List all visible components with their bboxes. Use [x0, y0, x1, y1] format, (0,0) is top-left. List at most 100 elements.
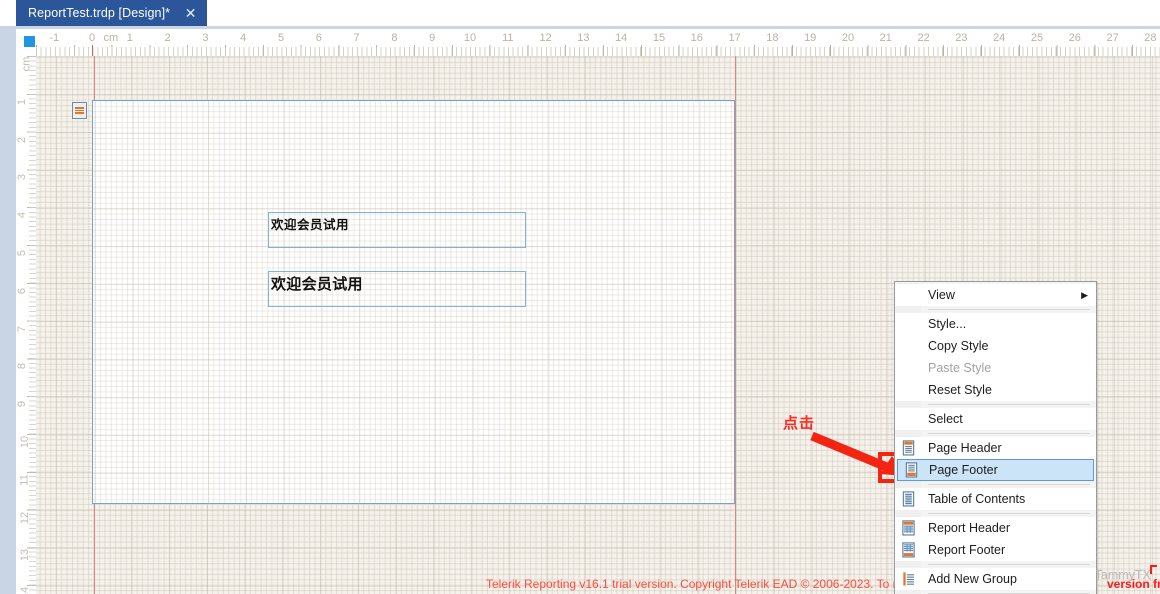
- menu-separator: [928, 484, 1090, 485]
- menu-item-label: Report Header: [928, 520, 1010, 535]
- menu-item-page-header[interactable]: Page Header: [895, 437, 1096, 459]
- report-textbox-2[interactable]: 欢迎会员试用: [268, 271, 526, 307]
- vertical-ruler-tick-label: 11: [18, 474, 31, 486]
- vertical-ruler-tick-label: 1: [16, 98, 29, 105]
- horizontal-ruler-tick-label: 8: [391, 32, 398, 44]
- horizontal-ruler-tick-label: 2: [164, 32, 171, 44]
- horizontal-ruler-tick-label: 13: [577, 32, 590, 44]
- horizontal-ruler-tick-label: 18: [766, 32, 779, 44]
- horizontal-ruler-tick-label: 5: [277, 32, 285, 44]
- horizontal-ruler-tick-label: 19: [804, 32, 817, 44]
- horizontal-ruler: -1 0 cm 1 2 3 4 5 6 7 8 9 10 11 12 13 14 15 16 17 18 19 20 21 22…: [36, 29, 1160, 56]
- horizontal-ruler-tick-label: 21: [879, 32, 892, 44]
- horizontal-ruler-tick-label: 14: [615, 32, 628, 44]
- report-textbox-1[interactable]: 欢迎会员试用: [268, 212, 526, 248]
- menu-item-label: Page Footer: [929, 462, 998, 477]
- horizontal-ruler-tick-label: 23: [955, 32, 968, 44]
- horizontal-ruler-tick-label: 7: [353, 32, 360, 44]
- menu-item-label: Copy Style: [928, 338, 989, 353]
- horizontal-ruler-tick-label: 4: [240, 32, 247, 44]
- table-of-contents-icon: [901, 491, 916, 508]
- menu-item-label: Select: [928, 411, 963, 426]
- menu-item-reset-style[interactable]: Reset Style: [895, 379, 1096, 401]
- horizontal-ruler-tick-label: 15: [652, 32, 666, 44]
- horizontal-ruler-tick-label: 26: [1068, 32, 1081, 44]
- vertical-ruler-tick-label: 13: [19, 549, 32, 562]
- menu-separator: [928, 513, 1090, 514]
- origin-square-icon[interactable]: [24, 36, 35, 47]
- right-page-margin-guide: [735, 56, 736, 594]
- handle-line: [75, 109, 84, 112]
- trial-version-notice: Telerik Reporting v16.1 trial version. C…: [486, 577, 933, 591]
- horizontal-ruler-tick-label: 22: [917, 32, 930, 44]
- handle-line: [75, 112, 84, 114]
- horizontal-ruler-tick-label: 27: [1106, 32, 1119, 44]
- horizontal-ruler-tick-label: 1: [126, 32, 133, 44]
- menu-item-style[interactable]: Style...: [895, 313, 1096, 335]
- vertical-ruler-tick-label: 4: [16, 212, 29, 219]
- menu-item-report-footer[interactable]: Report Footer: [895, 539, 1096, 561]
- close-icon[interactable]: ✕: [184, 6, 197, 20]
- menu-item-label: Table of Contents: [928, 491, 1026, 506]
- vertical-ruler: cm 1 2 3 4 5 6 7 8 9 10 11 12 13 14: [16, 56, 36, 594]
- menu-item-table-of-contents[interactable]: Table of Contents: [895, 488, 1096, 510]
- context-menu[interactable]: View ▶ Style... Copy Style Paste Style Reset …: [894, 281, 1097, 594]
- horizontal-ruler-tick-label: cm: [103, 32, 119, 44]
- detail-section-handle-icon[interactable]: [72, 102, 87, 119]
- menu-separator: [928, 309, 1090, 310]
- menu-item-view[interactable]: View ▶: [895, 284, 1096, 306]
- horizontal-ruler-tick-label: 0: [88, 32, 96, 44]
- annotation-label: 点击: [783, 414, 816, 432]
- horizontal-ruler-tick-label: -1: [49, 32, 60, 44]
- vertical-ruler-tick-label: 2: [16, 136, 29, 143]
- report-footer-icon: [901, 542, 916, 559]
- horizontal-ruler-tick-label: 20: [841, 32, 855, 44]
- menu-item-page-footer[interactable]: Page Footer: [897, 459, 1094, 481]
- tab-reporttest-design[interactable]: ReportTest.trdp [Design]* ✕: [16, 0, 208, 26]
- horizontal-ruler-tick-label: 12: [539, 32, 552, 44]
- horizontal-ruler-tick-label: 9: [429, 32, 436, 44]
- menu-item-label: Style...: [928, 316, 967, 331]
- tab-label: ReportTest.trdp [Design]*: [28, 6, 171, 20]
- horizontal-ruler-tick-label: 6: [315, 32, 322, 44]
- horizontal-ruler-tick-label: 10: [463, 32, 477, 44]
- menu-item-select[interactable]: Select: [895, 408, 1096, 430]
- document-tabstrip: ReportTest.trdp [Design]* ✕: [0, 0, 1160, 29]
- horizontal-ruler-minor-ticks: [36, 47, 1160, 56]
- context-menu-items: View ▶ Style... Copy Style Paste Style Reset …: [895, 284, 1096, 594]
- vertical-ruler-tick-label: cm: [20, 56, 33, 72]
- chevron-right-icon: ▶: [1081, 289, 1088, 300]
- menu-item-add-new-group[interactable]: Add New Group: [895, 568, 1096, 590]
- report-header-icon: [901, 520, 916, 537]
- menu-separator: [928, 564, 1090, 565]
- menu-item-label: Report Footer: [928, 542, 1006, 557]
- tabstrip-left-gap: [0, 0, 16, 26]
- menu-item-label: Add New Group: [928, 571, 1017, 586]
- vertical-ruler-tick-label: 10: [19, 435, 32, 449]
- horizontal-ruler-tick-label: 24: [993, 32, 1006, 44]
- vertical-ruler-tick-label: 7: [16, 325, 29, 332]
- vertical-ruler-tick-label: 3: [16, 174, 29, 181]
- menu-item-copy-style[interactable]: Copy Style: [895, 335, 1096, 357]
- horizontal-ruler-tick-label: 11: [502, 32, 514, 44]
- add-new-group-icon: [901, 571, 916, 588]
- horizontal-ruler-tick-label: 16: [690, 32, 703, 44]
- vertical-ruler-tick-label: 14: [19, 587, 32, 594]
- menu-item-label: Reset Style: [928, 382, 992, 397]
- horizontal-ruler-origin-tick: [92, 45, 93, 56]
- menu-item-report-header[interactable]: Report Header: [895, 517, 1096, 539]
- vertical-ruler-tick-label: 9: [16, 401, 29, 408]
- vertical-ruler-tick-label: 6: [16, 287, 29, 294]
- horizontal-ruler-tick-label: 3: [202, 32, 209, 44]
- horizontal-ruler-tick-label: 28: [1144, 32, 1157, 44]
- vertical-ruler-tick-label: 5: [16, 249, 29, 257]
- page-footer-icon: [904, 462, 919, 479]
- report-textbox-1-text: 欢迎会员试用: [271, 217, 350, 232]
- horizontal-ruler-tick-label: 17: [728, 32, 741, 44]
- menu-item-label: Page Header: [928, 440, 1002, 455]
- menu-item-label: View: [928, 287, 955, 302]
- vertical-ruler-tick-label: 12: [19, 511, 32, 524]
- handle-line: [75, 107, 84, 109]
- horizontal-ruler-tick-label: 25: [1030, 32, 1044, 44]
- report-designer-window: ReportTest.trdp [Design]* ✕ -1 0 cm 1 2 3 4 5 6 7…: [0, 0, 1160, 594]
